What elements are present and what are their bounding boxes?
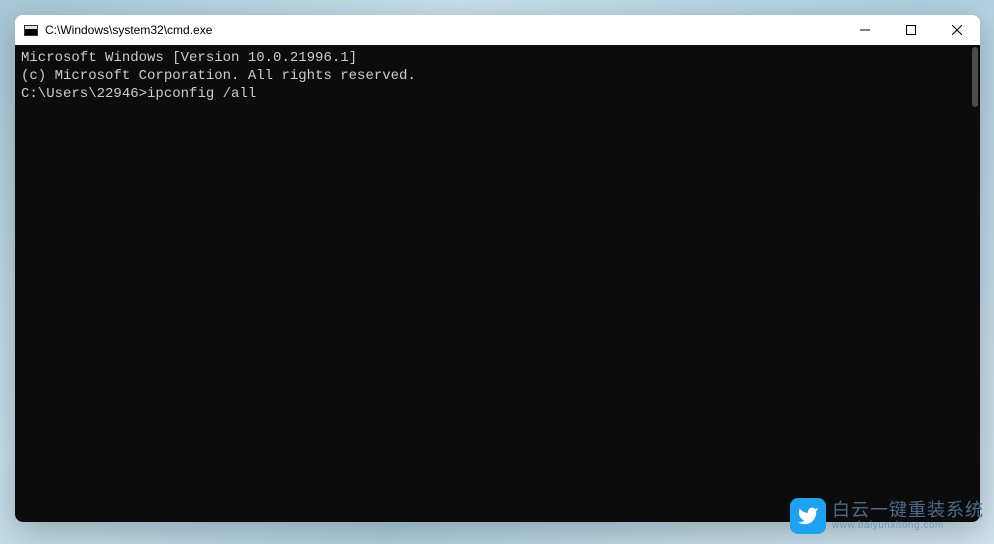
close-button[interactable]	[934, 15, 980, 45]
watermark-main-text: 白云一键重装系统	[832, 501, 984, 521]
close-icon	[952, 25, 962, 35]
terminal-output-line: (c) Microsoft Corporation. All rights re…	[21, 67, 974, 85]
window-title: C:\Windows\system32\cmd.exe	[45, 23, 842, 37]
watermark-url: www.baiyunxitong.com	[832, 520, 984, 531]
minimize-icon	[860, 25, 870, 35]
window-controls	[842, 15, 980, 45]
watermark-text: 白云一键重装系统 www.baiyunxitong.com	[832, 501, 984, 532]
terminal-prompt-line: C:\Users\22946>ipconfig /all	[21, 85, 974, 103]
terminal-prompt: C:\Users\22946>	[21, 86, 147, 102]
terminal-content[interactable]: Microsoft Windows [Version 10.0.21996.1]…	[15, 45, 980, 522]
terminal-command: ipconfig /all	[147, 86, 256, 102]
maximize-button[interactable]	[888, 15, 934, 45]
scrollbar-thumb[interactable]	[972, 47, 978, 107]
minimize-button[interactable]	[842, 15, 888, 45]
terminal-scrollbar[interactable]	[964, 45, 980, 522]
cmd-window: C:\Windows\system32\cmd.exe Microsoft	[15, 15, 980, 522]
cmd-app-icon	[23, 22, 39, 38]
watermark-logo-icon	[790, 498, 826, 534]
terminal-output-line: Microsoft Windows [Version 10.0.21996.1]	[21, 49, 974, 67]
watermark: 白云一键重装系统 www.baiyunxitong.com	[790, 498, 984, 534]
titlebar[interactable]: C:\Windows\system32\cmd.exe	[15, 15, 980, 45]
maximize-icon	[906, 25, 916, 35]
